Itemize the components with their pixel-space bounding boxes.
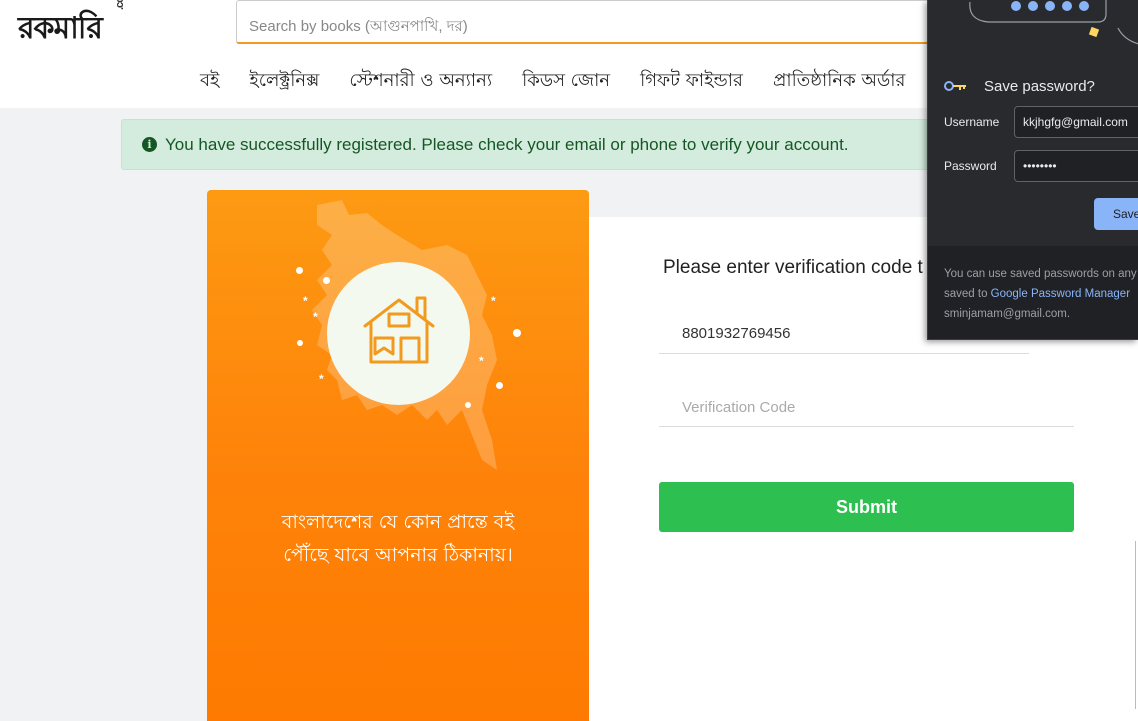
site-logo[interactable]: রকমারি .com xyxy=(18,0,126,55)
password-field[interactable]: •••••••• xyxy=(1014,150,1138,182)
search-placeholder: Search by books (আগুনপাখি, দর) xyxy=(249,18,468,35)
footer-line-1: You can use saved passwords on any xyxy=(944,268,1137,280)
decor-dot xyxy=(297,340,303,346)
logo-text: রকমারি xyxy=(18,11,103,46)
decor-dot xyxy=(465,402,471,408)
info-circle-icon: i xyxy=(142,137,157,152)
username-field[interactable]: kkjhgfg@gmail.com xyxy=(1014,106,1138,138)
form-title: Please enter verification code t xyxy=(663,257,923,278)
decor-star: * xyxy=(491,294,496,308)
nav-item-institutional-order[interactable]: প্রাতিষ্ঠানিক অর্ডার xyxy=(773,66,905,96)
nav-item-electronics[interactable]: ইলেক্ট্রনিক্স xyxy=(249,66,319,96)
popup-title: Save password? xyxy=(984,78,1095,95)
save-password-popup: Save password? Username kkjhgfg@gmail.co… xyxy=(927,0,1138,340)
decor-dot xyxy=(296,267,303,274)
decor-star: * xyxy=(479,354,484,368)
password-illustration-icon xyxy=(969,0,1138,45)
popup-footer: You can use saved passwords on any saved… xyxy=(928,246,1138,339)
phone-value: 8801932769456 xyxy=(682,325,791,342)
promo-tagline: বাংলাদেশের যে কোন প্রান্তে বই পৌঁছে যাবে… xyxy=(207,506,589,572)
decor-dot xyxy=(513,329,521,337)
house-badge xyxy=(327,262,470,405)
tagline-line-1: বাংলাদেশের যে কোন প্রান্তে বই xyxy=(281,511,515,533)
nav-item-kids-zone[interactable]: কিডস জোন xyxy=(522,66,610,96)
main-nav: বই ইলেক্ট্রনিক্স স্টেশনারী ও অন্যান্য কি… xyxy=(200,66,905,96)
password-value: •••••••• xyxy=(1023,159,1057,173)
decor-star: * xyxy=(303,294,308,308)
footer-line-2-prefix: saved to xyxy=(944,288,991,300)
search-input[interactable]: Search by books (আগুনপাখি, দর) xyxy=(236,0,956,44)
decor-dot xyxy=(323,277,330,284)
alert-message: You have successfully registered. Please… xyxy=(165,135,849,154)
tagline-line-2: পৌঁছে যাবে আপনার ঠিকানায়। xyxy=(283,544,513,566)
password-manager-link[interactable]: Google Password Manager xyxy=(991,288,1130,300)
success-alert: i You have successfully registered. Plea… xyxy=(121,119,961,170)
footer-line-2: saved to Google Password Manager xyxy=(944,284,1138,304)
key-icon xyxy=(944,81,966,91)
nav-item-gift-finder[interactable]: গিফট ফাইন্ডার xyxy=(640,66,743,96)
verification-code-placeholder: Verification Code xyxy=(682,399,796,416)
decor-dot xyxy=(496,382,503,389)
password-label: Password xyxy=(944,159,997,173)
decor-star: * xyxy=(313,310,318,324)
submit-button[interactable]: Submit xyxy=(659,482,1074,532)
nav-item-books[interactable]: বই xyxy=(200,66,219,96)
username-value: kkjhgfg@gmail.com xyxy=(1023,115,1128,129)
save-password-button[interactable]: Save xyxy=(1094,198,1138,230)
logo-suffix: .com xyxy=(114,0,126,10)
footer-line-3: sminjamam@gmail.com. xyxy=(944,308,1071,320)
username-label: Username xyxy=(944,115,1000,129)
house-icon xyxy=(363,296,435,364)
promo-panel: * * * * * বাংলাদেশের যে কোন প্রান্তে বই … xyxy=(207,190,589,721)
decor-star: * xyxy=(319,372,324,386)
verification-code-input[interactable]: Verification Code xyxy=(659,389,1074,427)
nav-item-stationery[interactable]: স্টেশনারী ও অন্যান্য xyxy=(349,66,492,96)
